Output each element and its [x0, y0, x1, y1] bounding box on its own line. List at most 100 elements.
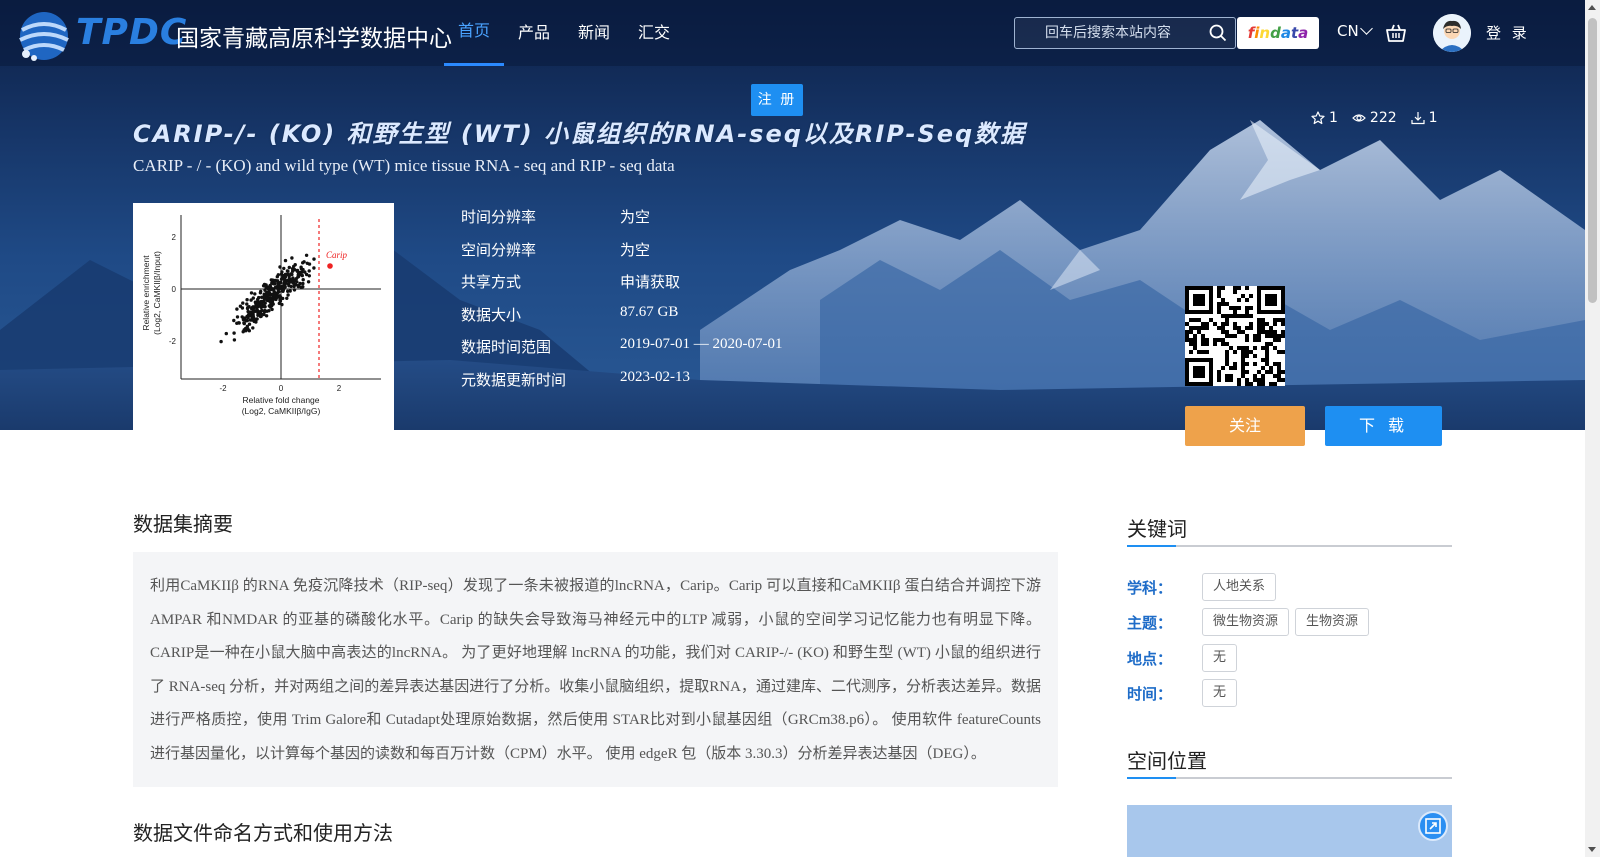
scatter-plot-image: Carip 2 0 -2 -2 0 2 Relative fold change…: [141, 215, 381, 416]
keyword-label: 主题：: [1127, 613, 1173, 632]
language-selector[interactable]: CN: [1337, 22, 1373, 40]
nav-products[interactable]: 产品: [504, 0, 564, 66]
favorites-stat[interactable]: 1: [1311, 110, 1338, 126]
scroll-down-arrow-icon[interactable]: [1588, 847, 1596, 852]
meta-row: 数据时间范围 2019-07-01 — 2020-07-01: [461, 330, 861, 363]
findata-letter: t: [1290, 24, 1299, 42]
x-tick-left: -2: [219, 384, 227, 393]
user-avatar-icon: [1433, 14, 1471, 52]
login-link[interactable]: 登 录: [1486, 22, 1530, 43]
meta-value-spatial-resolution: 为空: [620, 242, 651, 259]
keyword-tag[interactable]: 人地关系: [1202, 573, 1277, 601]
top-navigation-bar: TPDC 国家青藏高原科学数据中心 首页 产品 新闻 汇交 findata CN: [0, 0, 1585, 66]
keywords-heading: 关键词: [1127, 517, 1187, 541]
page-scrollbar[interactable]: [1585, 0, 1600, 857]
keyword-label: 时间：: [1127, 684, 1173, 703]
dataset-thumbnail[interactable]: Carip 2 0 -2 -2 0 2 Relative fold change…: [133, 203, 394, 430]
findata-button[interactable]: findata: [1237, 17, 1319, 49]
expand-icon[interactable]: [1418, 811, 1448, 841]
meta-row: 空间分辨率 为空: [461, 233, 861, 266]
meta-label-updated: 元数据更新时间: [461, 370, 567, 389]
meta-value-sharing: 申请获取: [620, 275, 681, 291]
location-divider: [1127, 777, 1452, 779]
search-box: [1014, 17, 1236, 49]
keyword-tag[interactable]: 无: [1202, 679, 1238, 707]
meta-label-size: 数据大小: [461, 305, 522, 324]
download-button[interactable]: 下 载: [1325, 406, 1442, 446]
meta-value-size: 87.67 GB: [620, 303, 679, 320]
logo-abbreviation: TPDC: [76, 12, 188, 53]
language-label: CN: [1337, 22, 1359, 40]
dataset-metadata: 时间分辨率 为空 空间分辨率 为空 共享方式 申请获取 数据大小 87.67 G…: [461, 200, 861, 395]
downloads-stat: 1: [1411, 110, 1438, 126]
meta-row: 数据大小 87.67 GB: [461, 298, 861, 331]
location-heading: 空间位置: [1127, 749, 1207, 773]
qr-code: [1185, 286, 1285, 386]
x-tick-right: 2: [337, 384, 342, 393]
dataset-title-en: CARIP - / - (KO) and wild type (WT) mice…: [133, 156, 675, 175]
search-icon[interactable]: [1209, 24, 1227, 42]
abstract-box: 利用CaMKIIβ 的RNA 免疫沉降技术（RIP-seq）发现了一条未被报道的…: [133, 552, 1058, 787]
keyword-tag[interactable]: 微生物资源: [1202, 608, 1290, 636]
views-count: 222: [1369, 110, 1397, 126]
meta-value-time-range: 2019-07-01 — 2020-07-01: [620, 336, 783, 352]
highlight-point: [327, 263, 333, 269]
findata-letter: a: [1280, 24, 1291, 42]
findata-letter: a: [1298, 24, 1309, 42]
findata-letter: n: [1259, 24, 1271, 42]
meta-label-spatial-resolution: 空间分辨率: [461, 240, 537, 259]
y-tick-mid: 0: [172, 285, 177, 294]
site-logo[interactable]: TPDC 国家青藏高原科学数据中心: [14, 4, 452, 64]
eye-icon: [1352, 114, 1366, 122]
scroll-thumb[interactable]: [1588, 18, 1597, 303]
chevron-down-icon: [1359, 22, 1373, 35]
follow-button[interactable]: 关注: [1185, 406, 1305, 446]
views-stat: 222: [1352, 110, 1397, 126]
meta-label-temporal-resolution: 时间分辨率: [461, 208, 537, 226]
scroll-up-arrow-icon[interactable]: [1588, 5, 1596, 10]
meta-row: 共享方式 申请获取: [461, 265, 861, 298]
keyword-tag[interactable]: 生物资源: [1295, 608, 1370, 636]
scatter-points: [219, 253, 316, 344]
star-icon: [1311, 111, 1325, 125]
meta-row: 元数据更新时间 2023-02-13: [461, 363, 861, 396]
keyword-row-discipline: 学科： 人地关系: [1127, 573, 1282, 601]
keyword-label: 学科：: [1127, 578, 1173, 597]
abstract-heading: 数据集摘要: [133, 512, 233, 536]
keyword-row-place: 地点： 无: [1127, 644, 1243, 672]
qr-code-icon: [1185, 286, 1285, 386]
keyword-tag[interactable]: 无: [1202, 644, 1238, 672]
dataset-title-cn: CARIP-/- (KO) 和野生型 (WT) 小鼠组织的RNA-seq以及RI…: [133, 120, 1027, 148]
downloads-count: 1: [1428, 110, 1438, 126]
globe-logo-icon: [19, 12, 69, 61]
favorites-count: 1: [1329, 110, 1338, 126]
keyword-row-time: 时间： 无: [1127, 679, 1243, 707]
keyword-row-theme: 主题： 微生物资源 生物资源: [1127, 608, 1375, 636]
highlight-label: Carip: [326, 250, 348, 260]
search-input[interactable]: [1015, 18, 1205, 48]
y-axis-unit: (Log2, CaMKIIβ/Input): [152, 251, 162, 335]
meta-row: 时间分辨率 为空: [461, 200, 861, 233]
keyword-label: 地点：: [1127, 649, 1173, 668]
logo-name: 国家青藏高原科学数据中心: [176, 26, 452, 52]
register-button[interactable]: 注 册: [751, 84, 803, 116]
location-map[interactable]: [1127, 805, 1452, 857]
dataset-stats: 1 222 1: [1311, 110, 1438, 126]
main-nav: 首页 产品 新闻 汇交: [444, 0, 684, 66]
basket-icon[interactable]: [1385, 22, 1407, 44]
nav-news[interactable]: 新闻: [564, 0, 624, 66]
meta-label-sharing: 共享方式: [461, 273, 522, 291]
nav-home[interactable]: 首页: [444, 0, 505, 66]
meta-value-updated: 2023-02-13: [620, 368, 690, 385]
y-tick-top: 2: [172, 233, 177, 242]
avatar[interactable]: [1433, 14, 1471, 52]
y-axis-label: Relative enrichment: [141, 255, 151, 331]
naming-heading: 数据文件命名方式和使用方法: [133, 821, 393, 845]
x-axis-label: Relative fold change: [242, 395, 319, 405]
nav-submit[interactable]: 汇交: [624, 0, 684, 66]
abstract-text: 利用CaMKIIβ 的RNA 免疫沉降技术（RIP-seq）发现了一条未被报道的…: [150, 578, 1041, 762]
meta-label-time-range: 数据时间范围: [461, 338, 552, 356]
download-icon: [1411, 112, 1425, 125]
findata-letter: d: [1270, 24, 1281, 42]
x-tick-mid: 0: [279, 384, 284, 393]
